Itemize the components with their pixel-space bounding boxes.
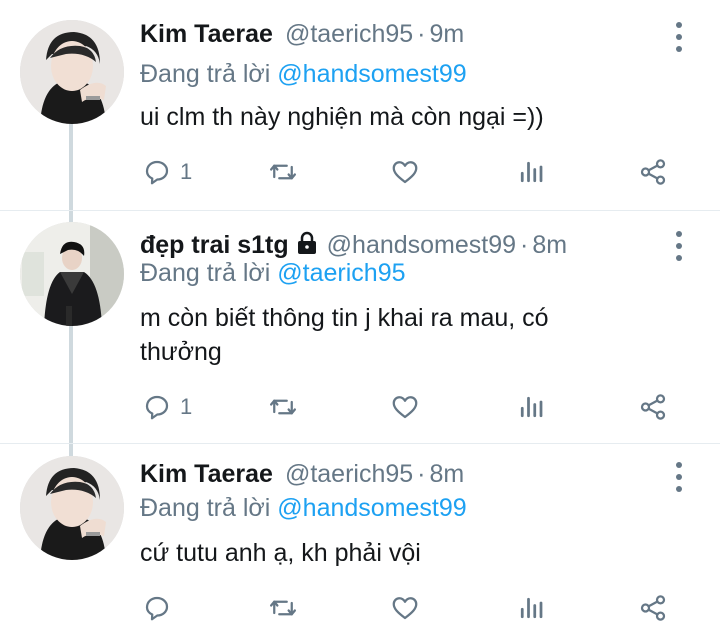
tweet-header: Kim Taerae @taerich95 · 8m: [140, 460, 464, 489]
heart-icon: [392, 161, 418, 184]
bar-chart-icon: [520, 161, 543, 183]
username[interactable]: @taerich95: [285, 460, 413, 489]
tweet-text: ui clm th này nghiện mà còn ngại =)): [140, 103, 544, 131]
separator: ·: [520, 231, 529, 259]
share-button[interactable]: [638, 152, 668, 192]
timestamp[interactable]: 8m: [532, 231, 567, 260]
reply-prefix: Đang trả lời: [140, 494, 278, 522]
heart-icon: [392, 597, 418, 620]
tweet[interactable]: Kim Taerae @taerich95 · 8m Đang trả lời …: [0, 444, 720, 642]
share-icon: [640, 394, 666, 420]
reply-prefix: Đang trả lời: [140, 259, 278, 287]
separator: ·: [417, 460, 426, 488]
username[interactable]: @handsomest99: [327, 231, 516, 260]
bar-chart-icon: [520, 597, 543, 619]
tweet-text: m còn biết thông tin j khai ra mau, có t…: [140, 304, 549, 366]
analytics-button[interactable]: [516, 387, 546, 427]
mention-link[interactable]: @handsomest99: [277, 60, 466, 88]
share-button[interactable]: [638, 387, 668, 427]
retweet-icon: [270, 600, 296, 616]
more-vertical-icon[interactable]: [674, 22, 684, 52]
heart-icon: [392, 396, 418, 419]
bar-chart-icon: [520, 396, 543, 418]
more-vertical-icon[interactable]: [674, 462, 684, 492]
speech-bubble-icon: [145, 596, 169, 621]
mention-link[interactable]: @taerich95: [277, 259, 405, 287]
mention-link[interactable]: @handsomest99: [277, 494, 466, 522]
tweet-actions: [0, 588, 720, 628]
retweet-button[interactable]: [268, 387, 298, 427]
replying-to: Đang trả lời @handsomest99: [140, 60, 467, 89]
like-button[interactable]: [390, 588, 420, 628]
share-button[interactable]: [638, 588, 668, 628]
display-name[interactable]: Kim Taerae: [140, 460, 273, 489]
retweet-icon: [270, 164, 296, 180]
display-name[interactable]: đẹp trai s1tg: [140, 231, 289, 260]
username[interactable]: @taerich95: [285, 20, 413, 49]
timestamp[interactable]: 9m: [430, 20, 465, 49]
avatar[interactable]: [20, 456, 124, 560]
avatar[interactable]: [20, 20, 124, 124]
share-icon: [640, 595, 666, 621]
retweet-button[interactable]: [268, 588, 298, 628]
like-button[interactable]: [390, 152, 420, 192]
speech-bubble-icon: [145, 160, 169, 185]
tweet-text: cứ tutu anh ạ, kh phải vội: [140, 539, 421, 567]
tweet-header: đẹp trai s1tg @handsomest99 · 8m: [140, 229, 567, 260]
analytics-button[interactable]: [516, 152, 546, 192]
display-name[interactable]: Kim Taerae: [140, 20, 273, 49]
like-button[interactable]: [390, 387, 420, 427]
replying-to: Đang trả lời @handsomest99: [140, 494, 467, 523]
more-vertical-icon[interactable]: [674, 231, 684, 261]
timestamp[interactable]: 8m: [430, 460, 465, 489]
reply-button[interactable]: 1: [142, 152, 192, 192]
replying-to: Đang trả lời @taerich95: [140, 259, 406, 288]
retweet-button[interactable]: [268, 152, 298, 192]
analytics-button[interactable]: [516, 588, 546, 628]
speech-bubble-icon: [145, 395, 169, 420]
retweet-icon: [270, 399, 296, 415]
share-icon: [640, 159, 666, 185]
tweet[interactable]: Kim Taerae @taerich95 · 9m Đang trả lời …: [0, 0, 720, 210]
tweet-header: Kim Taerae @taerich95 · 9m: [140, 20, 464, 49]
reply-button[interactable]: 1: [142, 387, 192, 427]
tweet[interactable]: đẹp trai s1tg @handsomest99 · 8m Đang tr…: [0, 211, 720, 443]
lock-icon: [295, 231, 319, 255]
separator: ·: [417, 20, 426, 48]
tweet-actions: 1: [0, 152, 720, 192]
tweet-actions: 1: [0, 387, 720, 427]
reply-count: 1: [180, 394, 193, 419]
reply-button[interactable]: [142, 588, 180, 628]
reply-prefix: Đang trả lời: [140, 60, 278, 88]
reply-count: 1: [180, 159, 193, 184]
avatar[interactable]: [20, 222, 124, 326]
